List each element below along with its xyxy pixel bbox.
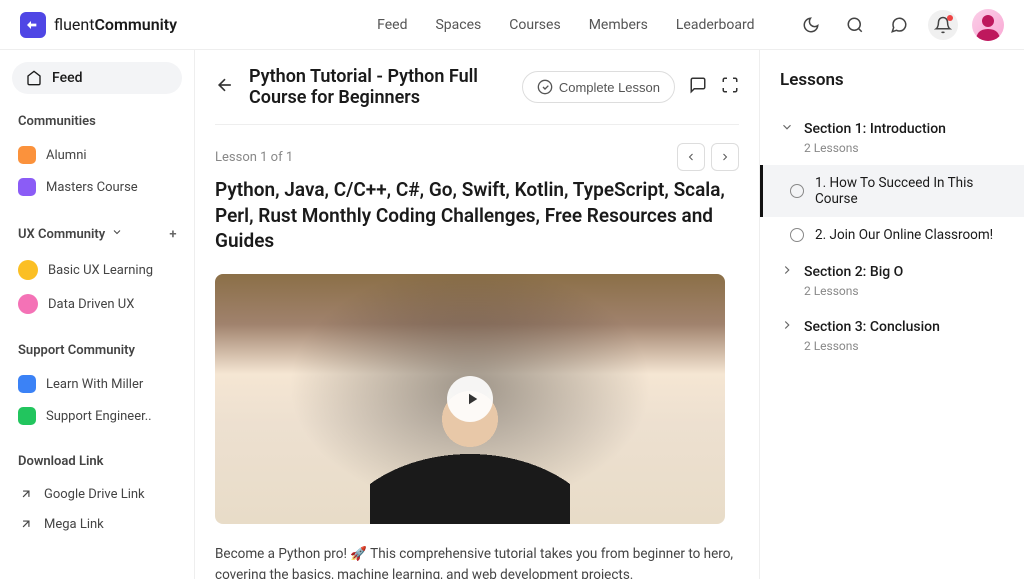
color-chip-icon bbox=[18, 407, 36, 425]
sidebar-item[interactable]: Google Drive Link bbox=[12, 479, 182, 509]
lesson-count: Lesson 1 of 1 bbox=[215, 150, 293, 165]
sidebar-section-header[interactable]: UX Community+ bbox=[12, 225, 182, 243]
brand-text: fluentCommunity bbox=[54, 15, 177, 34]
sidebar-item[interactable]: Masters Course bbox=[12, 171, 182, 203]
complete-lesson-button[interactable]: Complete Lesson bbox=[522, 71, 675, 103]
comments-icon[interactable] bbox=[689, 76, 707, 98]
messages-icon[interactable] bbox=[884, 10, 914, 40]
play-button[interactable] bbox=[447, 376, 493, 422]
brand-icon bbox=[20, 12, 46, 38]
avatar-icon bbox=[18, 260, 38, 280]
sidebar-item[interactable]: Mega Link bbox=[12, 509, 182, 539]
lesson-title: Python, Java, C/C++, C#, Go, Swift, Kotl… bbox=[215, 177, 739, 254]
sidebar-item-label: Mega Link bbox=[44, 517, 104, 532]
chevron-right-icon bbox=[780, 318, 794, 336]
sidebar-item[interactable]: Alumni bbox=[12, 139, 182, 171]
lesson-item[interactable]: 2. Join Our Online Classroom! bbox=[760, 217, 1024, 253]
next-lesson-button[interactable] bbox=[711, 143, 739, 171]
chevron-down-icon bbox=[111, 226, 123, 242]
video-player[interactable] bbox=[215, 274, 725, 524]
user-avatar[interactable] bbox=[972, 9, 1004, 41]
fullscreen-icon[interactable] bbox=[721, 76, 739, 98]
chevron-right-icon bbox=[780, 263, 794, 281]
home-icon bbox=[26, 70, 42, 86]
notifications-icon[interactable] bbox=[928, 10, 958, 40]
sidebar-item[interactable]: Data Driven UX bbox=[12, 287, 182, 321]
section-lesson-count: 2 Lessons bbox=[804, 339, 1004, 353]
feed-label: Feed bbox=[52, 70, 82, 86]
lesson-label: 2. Join Our Online Classroom! bbox=[815, 227, 993, 243]
external-link-icon bbox=[18, 516, 34, 532]
lesson-item[interactable]: 1. How To Succeed In This Course bbox=[760, 165, 1024, 217]
check-circle-icon bbox=[537, 79, 553, 95]
radio-icon bbox=[790, 184, 804, 198]
lesson-description: Become a Python pro! 🚀 This comprehensiv… bbox=[215, 544, 739, 579]
theme-toggle[interactable] bbox=[796, 10, 826, 40]
sidebar-section-header: Communities bbox=[12, 114, 182, 129]
section-name: Section 1: Introduction bbox=[804, 121, 946, 137]
color-chip-icon bbox=[18, 178, 36, 196]
brand-logo[interactable]: fluentCommunity bbox=[20, 12, 177, 38]
sidebar-item-label: Masters Course bbox=[46, 180, 138, 195]
sidebar-item[interactable]: Learn With Miller bbox=[12, 368, 182, 400]
sidebar-item[interactable]: Support Engineer.. bbox=[12, 400, 182, 432]
sidebar-section-header: Download Link bbox=[12, 454, 182, 469]
search-icon[interactable] bbox=[840, 10, 870, 40]
sidebar-item-label: Google Drive Link bbox=[44, 487, 145, 502]
color-chip-icon bbox=[18, 375, 36, 393]
sidebar-section-header: Support Community bbox=[12, 343, 182, 358]
radio-icon bbox=[790, 228, 804, 242]
lesson-section[interactable]: Section 1: Introduction 2 Lessons bbox=[760, 110, 1024, 165]
color-chip-icon bbox=[18, 146, 36, 164]
sidebar-item-label: Support Engineer.. bbox=[46, 409, 152, 424]
back-button[interactable] bbox=[215, 75, 235, 99]
section-lesson-count: 2 Lessons bbox=[804, 141, 1004, 155]
section-name: Section 3: Conclusion bbox=[804, 319, 940, 335]
external-link-icon bbox=[18, 486, 34, 502]
lesson-section[interactable]: Section 2: Big O 2 Lessons bbox=[760, 253, 1024, 308]
sidebar-item-label: Learn With Miller bbox=[46, 377, 143, 392]
section-lesson-count: 2 Lessons bbox=[804, 284, 1004, 298]
sidebar-item-label: Alumni bbox=[46, 148, 87, 163]
sidebar-item[interactable]: Basic UX Learning bbox=[12, 253, 182, 287]
lesson-label: 1. How To Succeed In This Course bbox=[815, 175, 1004, 207]
prev-lesson-button[interactable] bbox=[677, 143, 705, 171]
sidebar-item-label: Data Driven UX bbox=[48, 297, 134, 312]
nav-link-feed[interactable]: Feed bbox=[377, 17, 407, 33]
page-title: Python Tutorial - Python Full Course for… bbox=[249, 66, 508, 108]
feed-button[interactable]: Feed bbox=[12, 62, 182, 94]
lesson-section[interactable]: Section 3: Conclusion 2 Lessons bbox=[760, 308, 1024, 363]
nav-link-members[interactable]: Members bbox=[589, 17, 648, 33]
nav-link-leaderboard[interactable]: Leaderboard bbox=[676, 17, 755, 33]
nav-link-courses[interactable]: Courses bbox=[509, 17, 560, 33]
nav-link-spaces[interactable]: Spaces bbox=[435, 17, 481, 33]
chevron-down-icon bbox=[780, 120, 794, 138]
lessons-panel-title: Lessons bbox=[760, 70, 1024, 110]
sidebar-item-label: Basic UX Learning bbox=[48, 263, 153, 278]
add-button[interactable]: + bbox=[164, 225, 182, 243]
avatar-icon bbox=[18, 294, 38, 314]
section-name: Section 2: Big O bbox=[804, 264, 903, 280]
